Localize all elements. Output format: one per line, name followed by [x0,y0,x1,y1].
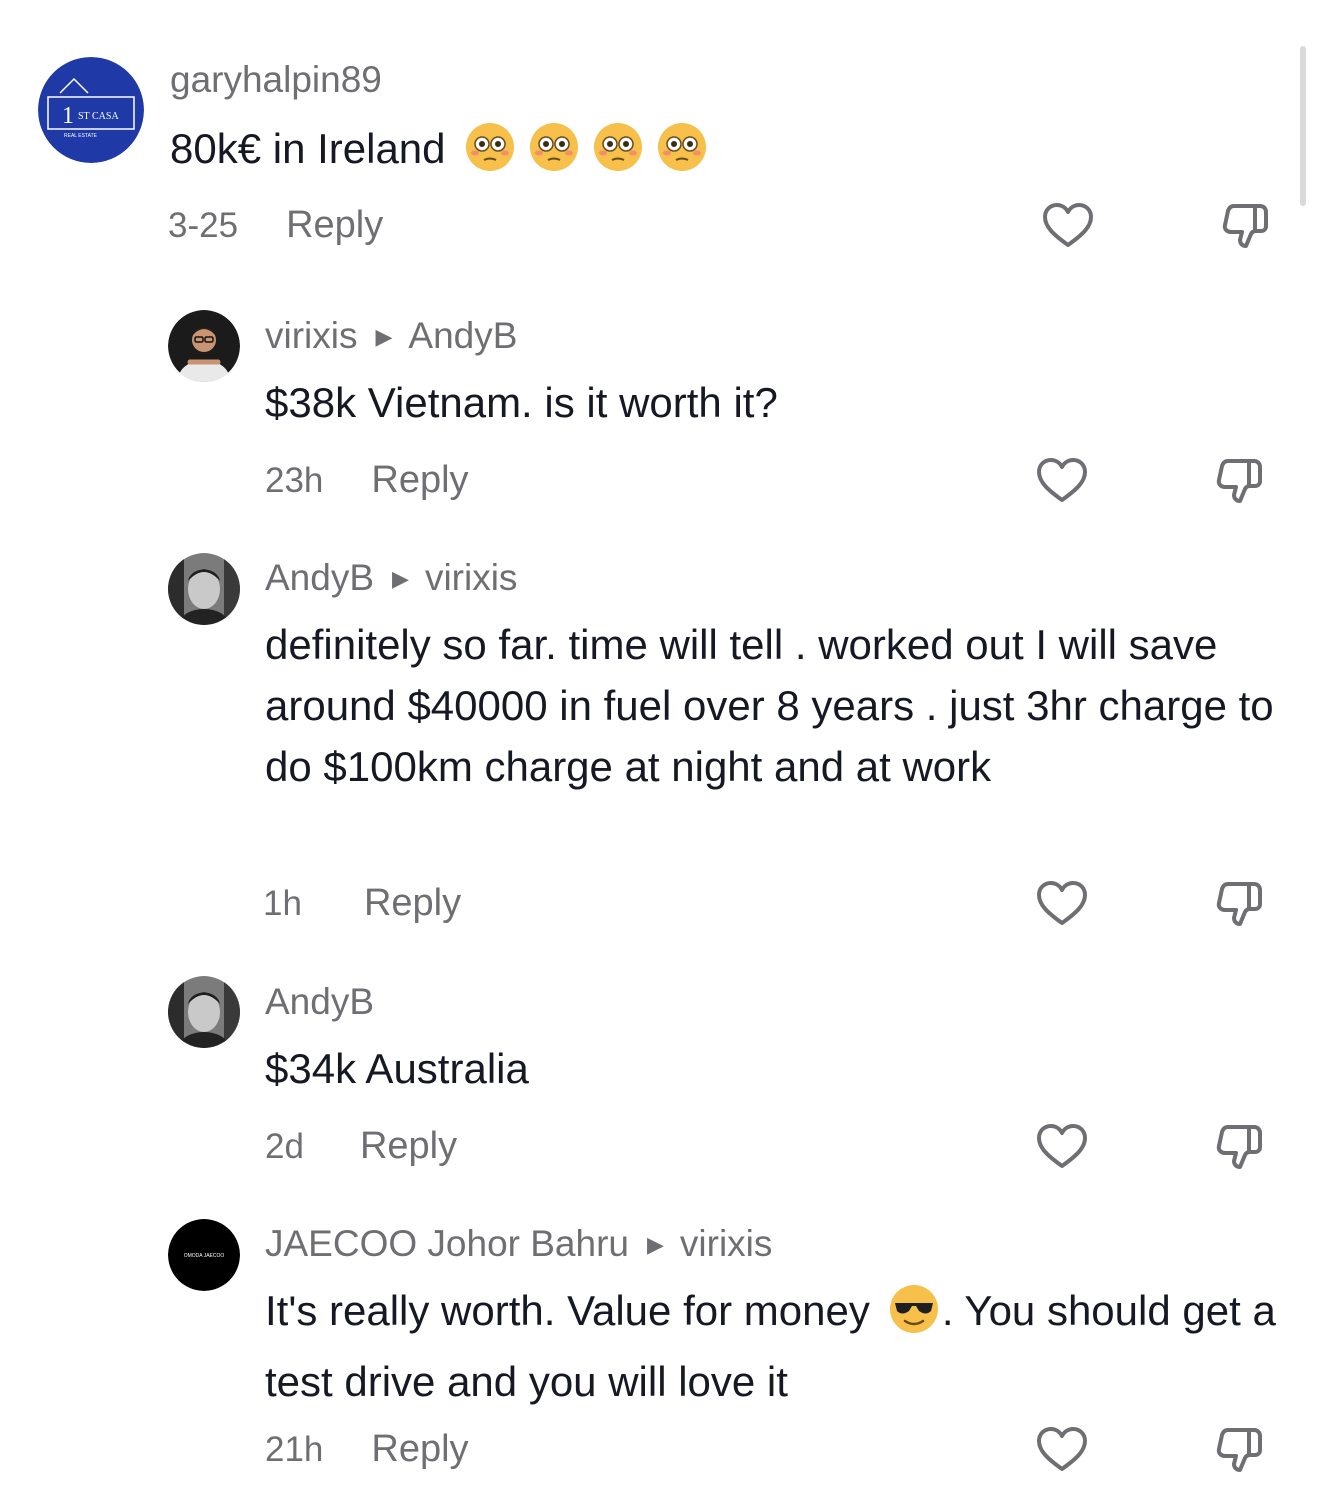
dislike-button[interactable] [1212,1119,1268,1175]
comment-timestamp: 2d [265,1127,304,1166]
comment-username: AndyB [265,981,375,1022]
comment-username: virixis ▶ AndyB [265,314,1295,358]
thumbs-down-outline-icon [1216,1125,1262,1169]
avatar-jaecoo-johor-bahru[interactable]: OMODA JAECOO [168,1219,240,1291]
comment-meta: 1h Reply [263,881,461,926]
comment-username: JAECOO Johor Bahru ▶ virixis [265,1222,1295,1266]
avatar-virixis[interactable] [168,310,240,382]
reply-button[interactable]: Reply [371,459,468,501]
thumbs-down-outline-icon [1216,1428,1262,1472]
reply-arrow-icon: ▶ [646,1232,664,1257]
heart-outline-icon [1037,1427,1087,1471]
heart-outline-icon [1043,203,1093,247]
comment-meta: 3-25 Reply [168,203,383,248]
dislike-button[interactable] [1212,1422,1268,1478]
flushed-emoji [592,121,644,189]
avatar-andyb[interactable] [168,976,240,1048]
thumbs-down-outline-icon [1216,882,1262,926]
thumbs-down-outline-icon [1222,204,1268,248]
heart-outline-icon [1037,458,1087,502]
reply-button[interactable]: Reply [360,1125,457,1167]
reply-button[interactable]: Reply [371,1428,468,1470]
scrollbar[interactable] [1300,46,1306,206]
like-button[interactable] [1034,1422,1090,1478]
svg-text:1: 1 [62,103,74,129]
comment-timestamp: 21h [265,1430,324,1469]
comment-timestamp: 3-25 [168,206,239,245]
comment-username[interactable]: garyhalpin89 [170,58,1290,102]
avatar-andyb[interactable] [168,553,240,625]
dislike-button[interactable] [1218,198,1274,254]
like-button[interactable] [1034,876,1090,932]
reply-button[interactable]: Reply [286,204,383,246]
dislike-button[interactable] [1212,453,1268,509]
like-button[interactable] [1034,453,1090,509]
comment-meta: 21h Reply [265,1427,469,1472]
heart-outline-icon [1037,1124,1087,1168]
sunglasses-emoji [888,1283,940,1351]
comment-username: AndyB ▶ virixis [265,556,1295,600]
flushed-emoji [528,121,580,189]
comment-timestamp: 1h [263,884,302,923]
like-button[interactable] [1034,1119,1090,1175]
comment-meta: 2d Reply [265,1124,457,1169]
reply-arrow-icon: ▶ [375,324,393,349]
comment-text: It's really worth. Value for money. You … [265,1280,1295,1412]
like-button[interactable] [1040,198,1096,254]
dislike-button[interactable] [1212,876,1268,932]
comment-text: $38k Vietnam. is it worth it? [265,379,778,426]
svg-text:REAL ESTATE: REAL ESTATE [64,133,98,139]
flushed-emoji [464,121,516,189]
comment-text: 80k€ in Ireland [170,118,1290,189]
comment-text: definitely so far. time will tell . work… [265,621,1274,790]
comment-meta: 23h Reply [265,458,469,503]
comment-text: $34k Australia [265,1045,529,1092]
svg-text:ST CASA: ST CASA [78,111,119,122]
reply-button[interactable]: Reply [364,882,461,924]
thumbs-down-outline-icon [1216,459,1262,503]
svg-text:OMODA JAECOO: OMODA JAECOO [184,1253,225,1259]
flushed-emoji [656,121,708,189]
reply-arrow-icon: ▶ [392,566,409,591]
comment-timestamp: 23h [265,461,324,500]
heart-outline-icon [1037,881,1087,925]
avatar-garyhalpin89[interactable]: 1 ST CASA REAL ESTATE [38,57,144,163]
